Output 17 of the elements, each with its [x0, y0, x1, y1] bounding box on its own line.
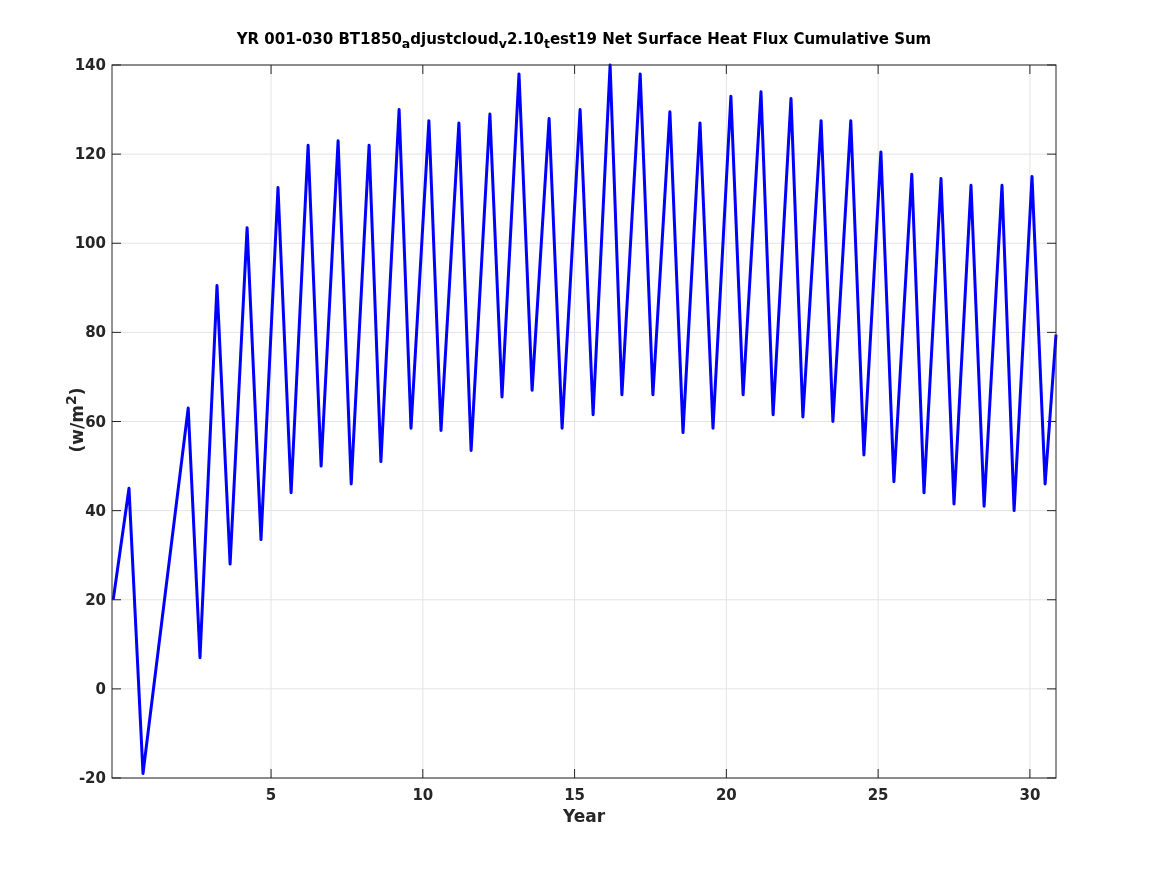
tick-label: 80 — [85, 323, 106, 342]
tick-label: 30 — [1019, 786, 1041, 804]
tick-label: 5 — [265, 786, 277, 804]
tick-label: 60 — [85, 412, 106, 431]
tick-label: 100 — [74, 234, 106, 253]
chart-title: YR 001-030 BT1850$_{a}$djustcloud$_{v}$2.10$_{t}$est19 Net Surface Heat Flux Cumulative Sum — [235, 30, 933, 51]
tick-label: -20 — [78, 769, 106, 787]
tick-label: 40 — [85, 501, 106, 520]
tick-label: 0 — [95, 679, 106, 698]
tick-label: 15 — [564, 786, 586, 804]
tick-label: 20 — [715, 786, 737, 804]
x-axis-label: Year — [562, 806, 606, 826]
tick-label: 140 — [74, 56, 106, 74]
tick-label: 10 — [412, 786, 434, 804]
tick-label: 25 — [867, 786, 889, 804]
tick-label: 20 — [85, 590, 106, 609]
tick-label: 120 — [74, 145, 106, 164]
